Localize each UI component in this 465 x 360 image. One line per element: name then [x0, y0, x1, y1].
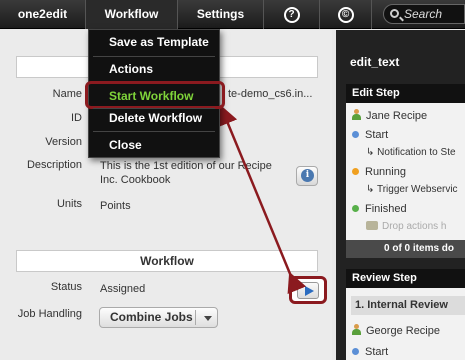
internal-review-subheader[interactable]: 1. Internal Review: [351, 296, 465, 315]
start-workflow-highlight: [85, 81, 225, 109]
status-text: Start: [365, 346, 389, 358]
panel-title: edit_text: [350, 55, 400, 69]
review-step-body: 1. Internal Review George Recipe Start: [346, 288, 465, 360]
status-running[interactable]: Running: [352, 166, 465, 178]
status-text: Finished: [365, 203, 407, 215]
user-icon: [352, 324, 361, 335]
menu-item-save-as-template[interactable]: Save as Template: [89, 30, 219, 54]
review-status-start[interactable]: Start: [352, 346, 465, 358]
menu-item-actions[interactable]: Actions: [89, 57, 219, 81]
action-trigger-webservice[interactable]: ↳ Trigger Webservic: [366, 184, 465, 195]
items-done-count: 0 of 0 items do: [346, 240, 465, 258]
action-notification[interactable]: ↳ Notification to Ste: [366, 147, 465, 158]
status-text: Running: [365, 166, 406, 178]
user-icon: [352, 109, 361, 120]
edit-step-body: Jane Recipe Start ↳ Notification to Ste …: [346, 103, 465, 240]
assignee-name: Jane Recipe: [366, 110, 428, 122]
status-dot-icon: [352, 205, 359, 212]
edit-step-assignee: Jane Recipe: [352, 109, 465, 122]
drop-actions-text: Drop actions h: [382, 221, 447, 232]
drop-target-icon: [366, 221, 378, 230]
review-step-assignee: George Recipe: [352, 324, 465, 337]
menu-item-close[interactable]: Close: [89, 133, 219, 157]
menu-item-delete-workflow[interactable]: Delete Workflow: [89, 106, 219, 130]
status-start[interactable]: Start: [352, 129, 465, 141]
status-finished[interactable]: Finished: [352, 203, 465, 215]
status-dot-icon: [352, 168, 359, 175]
workflow-steps-panel: edit_text Edit Step Jane Recipe Start ↳ …: [336, 30, 465, 360]
assignee-name: George Recipe: [366, 325, 440, 337]
status-text: Start: [365, 129, 389, 141]
status-dot-icon: [352, 348, 359, 355]
status-dot-icon: [352, 131, 359, 138]
review-step-header: Review Step: [346, 269, 465, 288]
workflow-dropdown-menu: Save as Template Actions Start Workflow …: [85, 29, 225, 158]
drop-actions-area[interactable]: Drop actions h: [366, 221, 465, 232]
menu-divider: [93, 131, 215, 132]
edit-step-header: Edit Step: [346, 84, 465, 103]
